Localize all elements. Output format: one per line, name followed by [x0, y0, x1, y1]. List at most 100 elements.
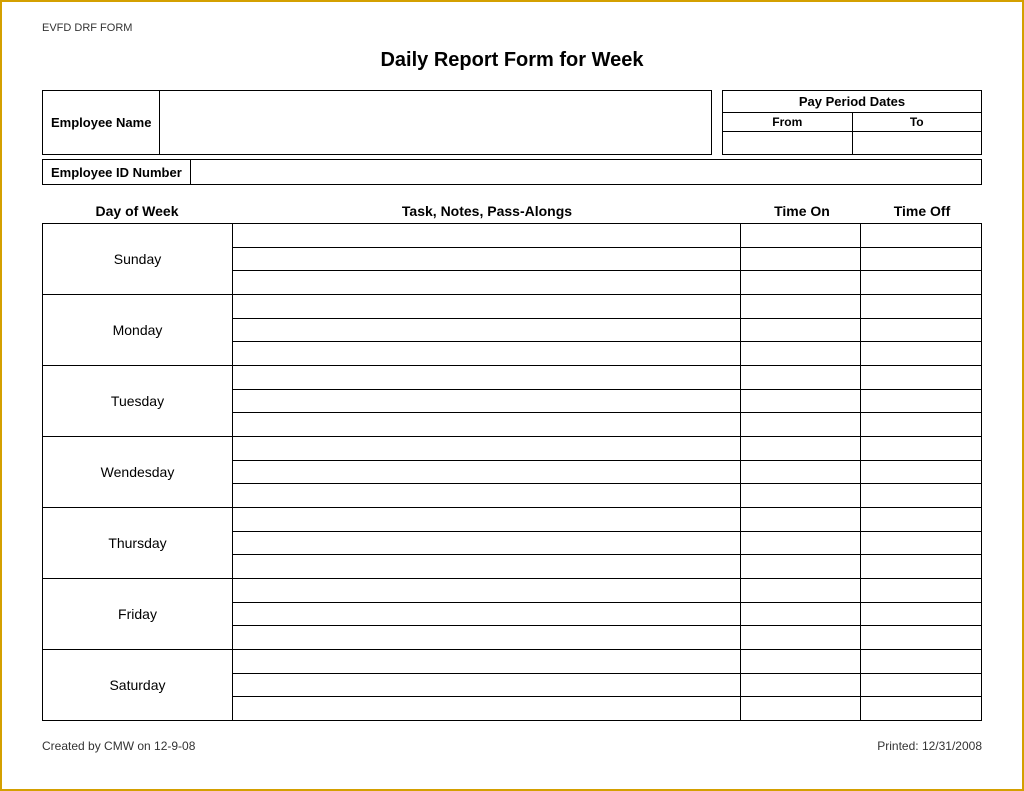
time-on-cell[interactable] [741, 295, 861, 365]
time-off-subrow[interactable] [861, 555, 981, 578]
task-subrow[interactable] [233, 697, 740, 720]
task-subrow[interactable] [233, 271, 740, 294]
time-off-cell[interactable] [861, 508, 981, 578]
time-on-subrow[interactable] [741, 697, 860, 720]
time-on-subrow[interactable] [741, 271, 860, 294]
tasks-cell[interactable] [233, 366, 741, 436]
time-off-subrow[interactable] [861, 674, 981, 698]
tasks-cell[interactable] [233, 650, 741, 720]
time-off-subrow[interactable] [861, 437, 981, 461]
time-on-subrow[interactable] [741, 295, 860, 319]
day-label: Wendesday [43, 437, 233, 507]
time-off-subrow[interactable] [861, 697, 981, 720]
time-on-subrow[interactable] [741, 484, 860, 507]
time-on-subrow[interactable] [741, 390, 860, 414]
time-off-subrow[interactable] [861, 650, 981, 674]
time-on-subrow[interactable] [741, 626, 860, 649]
time-on-subrow[interactable] [741, 248, 860, 272]
tasks-cell[interactable] [233, 295, 741, 365]
time-on-cell[interactable] [741, 437, 861, 507]
table-row: Friday [43, 579, 981, 650]
col-tasks-header: Task, Notes, Pass-Alongs [232, 203, 742, 219]
time-off-subrow[interactable] [861, 579, 981, 603]
task-subrow[interactable] [233, 224, 740, 248]
time-off-subrow[interactable] [861, 390, 981, 414]
task-subrow[interactable] [233, 295, 740, 319]
form-header-label: EVFD DRF FORM [42, 22, 982, 34]
time-on-cell[interactable] [741, 579, 861, 649]
time-off-cell[interactable] [861, 579, 981, 649]
time-off-subrow[interactable] [861, 532, 981, 556]
tasks-cell[interactable] [233, 224, 741, 294]
task-subrow[interactable] [233, 626, 740, 649]
time-on-subrow[interactable] [741, 508, 860, 532]
column-headers: Day of Week Task, Notes, Pass-Alongs Tim… [42, 203, 982, 223]
day-label: Thursday [43, 508, 233, 578]
time-off-cell[interactable] [861, 437, 981, 507]
time-on-subrow[interactable] [741, 437, 860, 461]
time-off-subrow[interactable] [861, 248, 981, 272]
task-subrow[interactable] [233, 674, 740, 698]
time-on-subrow[interactable] [741, 532, 860, 556]
table-row: Monday [43, 295, 981, 366]
tasks-cell[interactable] [233, 579, 741, 649]
time-on-cell[interactable] [741, 366, 861, 436]
task-subrow[interactable] [233, 437, 740, 461]
time-off-cell[interactable] [861, 224, 981, 294]
task-subrow[interactable] [233, 319, 740, 343]
tasks-cell[interactable] [233, 437, 741, 507]
time-on-subrow[interactable] [741, 674, 860, 698]
task-subrow[interactable] [233, 484, 740, 507]
footer-created: Created by CMW on 12-9-08 [42, 739, 195, 753]
task-subrow[interactable] [233, 461, 740, 485]
time-off-subrow[interactable] [861, 295, 981, 319]
time-off-subrow[interactable] [861, 626, 981, 649]
task-subrow[interactable] [233, 603, 740, 627]
time-on-subrow[interactable] [741, 603, 860, 627]
table-row: Thursday [43, 508, 981, 579]
task-subrow[interactable] [233, 555, 740, 578]
tasks-cell[interactable] [233, 508, 741, 578]
time-off-subrow[interactable] [861, 413, 981, 436]
time-off-subrow[interactable] [861, 224, 981, 248]
time-off-cell[interactable] [861, 295, 981, 365]
time-on-subrow[interactable] [741, 413, 860, 436]
time-off-subrow[interactable] [861, 342, 981, 365]
time-on-cell[interactable] [741, 508, 861, 578]
task-subrow[interactable] [233, 413, 740, 436]
time-on-cell[interactable] [741, 650, 861, 720]
time-off-subrow[interactable] [861, 366, 981, 390]
pay-period-to-input[interactable] [853, 132, 982, 154]
pay-period-from-input[interactable] [723, 132, 853, 154]
time-on-subrow[interactable] [741, 650, 860, 674]
time-off-cell[interactable] [861, 366, 981, 436]
task-subrow[interactable] [233, 532, 740, 556]
time-on-subrow[interactable] [741, 342, 860, 365]
time-off-subrow[interactable] [861, 271, 981, 294]
task-subrow[interactable] [233, 366, 740, 390]
time-off-subrow[interactable] [861, 603, 981, 627]
employee-name-input[interactable] [160, 90, 712, 155]
time-off-subrow[interactable] [861, 484, 981, 507]
day-label: Sunday [43, 224, 233, 294]
time-on-subrow[interactable] [741, 579, 860, 603]
task-subrow[interactable] [233, 248, 740, 272]
day-label: Friday [43, 579, 233, 649]
time-on-subrow[interactable] [741, 224, 860, 248]
time-on-subrow[interactable] [741, 555, 860, 578]
task-subrow[interactable] [233, 390, 740, 414]
day-label: Monday [43, 295, 233, 365]
task-subrow[interactable] [233, 579, 740, 603]
time-on-subrow[interactable] [741, 319, 860, 343]
time-on-cell[interactable] [741, 224, 861, 294]
time-on-subrow[interactable] [741, 461, 860, 485]
employee-id-input[interactable] [191, 159, 982, 185]
time-off-subrow[interactable] [861, 319, 981, 343]
task-subrow[interactable] [233, 650, 740, 674]
task-subrow[interactable] [233, 342, 740, 365]
time-off-subrow[interactable] [861, 461, 981, 485]
time-on-subrow[interactable] [741, 366, 860, 390]
task-subrow[interactable] [233, 508, 740, 532]
time-off-subrow[interactable] [861, 508, 981, 532]
time-off-cell[interactable] [861, 650, 981, 720]
